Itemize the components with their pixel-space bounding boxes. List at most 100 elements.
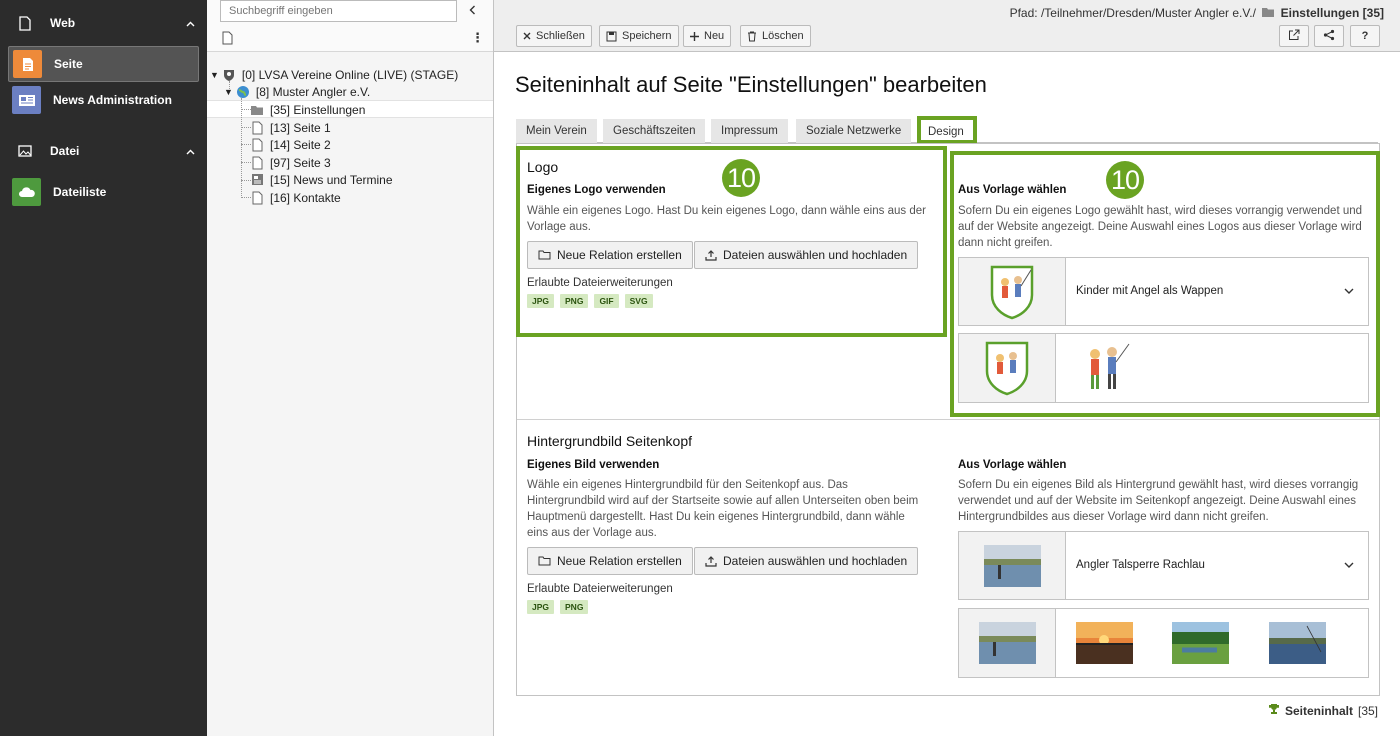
field-label: Eigenes Bild verwenden — [527, 459, 660, 471]
chevron-up-icon — [186, 144, 195, 158]
upload-files-button[interactable]: Dateien auswählen und hochladen — [694, 547, 919, 575]
forest-lake-photo-option[interactable] — [1172, 622, 1229, 664]
module-group-web[interactable]: Web — [0, 0, 207, 46]
new-page-icon[interactable] — [222, 31, 233, 48]
page-title: Seiteninhalt auf Seite "Einstellungen" b… — [515, 72, 987, 97]
field-description: Sofern Du ein eigenes Bild als Hintergru… — [958, 479, 1359, 523]
sunset-photo-option[interactable] — [1076, 622, 1133, 664]
typo3-backend: Web Seite News Administration Datei Date… — [0, 0, 1400, 736]
delete-button-label: Löschen — [762, 30, 804, 42]
lake-photo-icon — [978, 622, 1036, 664]
image-icon — [16, 145, 34, 157]
share-button[interactable] — [1314, 25, 1344, 47]
field-description: Wähle ein eigenes Hintergrundbild für de… — [527, 479, 919, 539]
selected-value: Angler Talsperre Rachlau — [1076, 559, 1205, 571]
collapse-left-icon[interactable] — [469, 3, 476, 18]
page-icon — [250, 156, 264, 170]
tree-node-page[interactable]: [16] Kontakte — [250, 189, 341, 206]
tree-node-einstellungen[interactable]: [35] Einstellungen — [250, 101, 365, 118]
new-button[interactable]: Neu — [683, 25, 732, 47]
tree-guide-line — [241, 98, 242, 198]
record-id: [35] — [1357, 703, 1378, 718]
share-icon — [1323, 29, 1335, 44]
record-footer: Seiteninhalt [35] — [1268, 703, 1378, 718]
plus-icon — [690, 31, 699, 41]
expand-toggle-icon[interactable]: ▼ — [210, 70, 219, 80]
header-template-select[interactable]: Angler Talsperre Rachlau — [958, 531, 1369, 600]
breadcrumb-path: Pfad: /Teilnehmer/Dresden/Muster Angler … — [1009, 6, 1256, 20]
extension-badge: PNG — [560, 600, 589, 614]
upload-files-label: Dateien auswählen und hochladen — [723, 554, 908, 568]
module-item-label: Seite — [54, 57, 83, 71]
module-item-label: Dateiliste — [53, 185, 107, 199]
section-divider — [517, 419, 1379, 420]
tree-node-site[interactable]: ▼ [8] Muster Angler e.V. — [224, 83, 370, 100]
tree-node-page[interactable]: [14] Seite 2 — [250, 136, 331, 153]
upload-icon — [705, 555, 717, 567]
tree-node-label: [0] LVSA Vereine Online (LIVE) (STAGE) — [241, 67, 459, 82]
trophy-icon — [1268, 703, 1280, 718]
create-relation-label: Neue Relation erstellen — [557, 554, 682, 568]
breadcrumb: Pfad: /Teilnehmer/Dresden/Muster Angler … — [1010, 6, 1384, 21]
help-icon: ? — [1361, 30, 1369, 42]
tab-mein-verein[interactable]: Mein Verein — [516, 119, 597, 143]
allowed-extensions: JPG PNG — [527, 600, 589, 614]
breadcrumb-current: Einstellungen [35] — [1280, 6, 1384, 20]
expand-toggle-icon[interactable]: ▼ — [224, 87, 233, 97]
tree-node-label: [14] Seite 2 — [270, 137, 331, 152]
field-label: Aus Vorlage wählen — [958, 459, 1067, 471]
tree-node-news[interactable]: [15] News und Termine — [250, 171, 393, 188]
lake-photo-option[interactable] — [1269, 622, 1326, 664]
trash-icon — [747, 31, 757, 42]
more-options-icon[interactable]: ⋮ — [471, 30, 484, 46]
tree-node-page[interactable]: [97] Seite 3 — [250, 154, 331, 171]
tree-node-root[interactable]: ▼ [0] LVSA Vereine Online (LIVE) (STAGE) — [210, 66, 458, 83]
header-image-preview — [959, 609, 1056, 677]
module-group-datei[interactable]: Datei — [0, 128, 207, 174]
module-item-label: News Administration — [53, 93, 172, 107]
open-new-window-button[interactable] — [1279, 25, 1309, 47]
page-icon — [16, 15, 34, 31]
new-button-label: Neu — [704, 30, 725, 42]
page-icon — [250, 191, 264, 205]
page-tree-search-input[interactable] — [220, 0, 457, 22]
external-link-icon — [1288, 29, 1300, 44]
folder-icon — [250, 103, 264, 117]
header-template-options — [958, 608, 1369, 678]
close-button-label: Schließen — [536, 30, 585, 42]
delete-button[interactable]: Löschen — [740, 25, 811, 47]
tree-node-label: [35] Einstellungen — [270, 102, 366, 117]
globe-icon — [236, 85, 250, 99]
section-title: Hintergrundbild Seitenkopf — [527, 433, 692, 449]
tab-soziale-netzwerke[interactable]: Soziale Netzwerke — [796, 119, 912, 143]
module-item-seite[interactable]: Seite — [8, 46, 199, 82]
module-item-dateiliste[interactable]: Dateiliste — [8, 174, 199, 210]
page-tree-toolbar: ⋮ — [207, 0, 493, 52]
doc-header: Pfad: /Teilnehmer/Dresden/Muster Angler … — [494, 0, 1400, 52]
annotation-badge: 10 — [1106, 161, 1144, 199]
tab-impressum[interactable]: Impressum — [711, 119, 788, 143]
cloud-folder-icon — [12, 178, 41, 206]
close-button[interactable]: Schließen — [516, 25, 592, 47]
news-folder-icon — [250, 173, 264, 187]
page-icon — [250, 121, 264, 135]
globe-shield-icon — [222, 68, 236, 82]
folder-outline-icon — [538, 556, 551, 566]
tree-node-label: [8] Muster Angler e.V. — [255, 84, 371, 99]
content-area: Pfad: /Teilnehmer/Dresden/Muster Angler … — [494, 0, 1400, 736]
save-button-label: Speichern — [622, 30, 672, 42]
create-relation-button[interactable]: Neue Relation erstellen — [527, 547, 693, 575]
help-button[interactable]: ? — [1350, 25, 1380, 47]
chevron-up-icon — [186, 16, 195, 30]
folder-icon — [1261, 7, 1275, 21]
logo-template-highlight-frame — [950, 151, 1380, 417]
save-button[interactable]: Speichern — [599, 25, 679, 47]
extension-badge: JPG — [527, 600, 555, 614]
tab-geschaeftszeiten[interactable]: Geschäftszeiten — [603, 119, 706, 143]
module-menu: Web Seite News Administration Datei Date… — [0, 0, 207, 736]
module-group-label: Web — [50, 16, 76, 30]
allowed-extensions-label: Erlaubte Dateierweiterungen — [527, 583, 673, 595]
news-module-icon — [12, 86, 41, 114]
module-item-news[interactable]: News Administration — [8, 82, 199, 118]
tree-node-page[interactable]: [13] Seite 1 — [250, 119, 331, 136]
